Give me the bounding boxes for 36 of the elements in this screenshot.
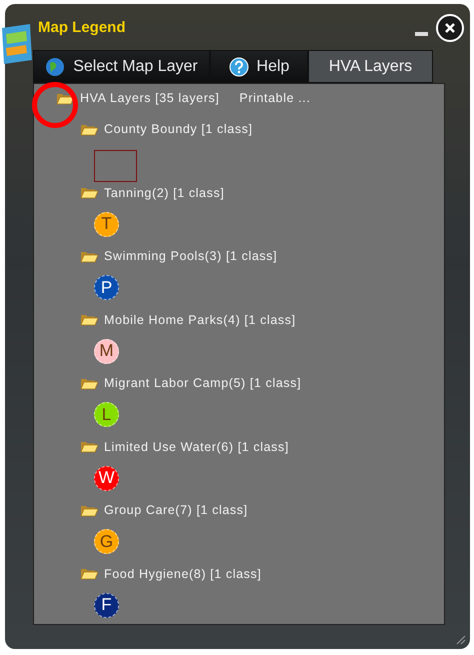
marker-symbol: F — [94, 592, 119, 618]
tree-item[interactable]: Migrant Labor Camp(5) [1 class] — [104, 376, 302, 390]
close-icon — [444, 22, 456, 34]
folder-icon — [80, 504, 98, 516]
folder-icon — [80, 313, 98, 326]
window-title: Map Legend — [38, 18, 126, 36]
help-icon — [228, 56, 249, 76]
marker-symbol: W — [94, 466, 119, 491]
tree-item[interactable]: County Boundy [1 class] — [104, 122, 253, 136]
map-logo-icon — [0, 22, 34, 66]
tab[interactable]: Select Map Layer — [33, 50, 210, 83]
tree-item[interactable]: Limited Use Water(6) [1 class] — [104, 440, 289, 454]
tree-item[interactable]: HVA Layers [35 layers] — [80, 91, 220, 105]
tree-item[interactable]: Swimming Pools(3) [1 class] — [104, 249, 278, 263]
tab[interactable]: Help — [210, 50, 308, 83]
tree-item[interactable]: Food Hygiene(8) [1 class] — [104, 566, 262, 580]
marker-symbol: L — [94, 402, 119, 428]
tree-item[interactable]: Tanning(2) [1 class] — [104, 186, 224, 200]
folder-icon — [80, 122, 98, 136]
folder-icon — [80, 376, 98, 390]
folder-icon — [80, 440, 98, 453]
folder-icon — [56, 92, 74, 104]
printable-link[interactable]: Printable ... — [239, 91, 310, 105]
folder-icon — [80, 250, 98, 262]
close-button[interactable] — [436, 14, 464, 42]
resize-grip-icon[interactable] — [456, 635, 466, 645]
marker-symbol: P — [94, 275, 119, 300]
marker-symbol: T — [94, 212, 119, 237]
tab[interactable]: HVA Layers — [308, 50, 433, 83]
folder-icon — [80, 567, 98, 580]
tree-item[interactable]: Mobile Home Parks(4) [1 class] — [104, 312, 296, 326]
folder-icon — [80, 186, 98, 199]
globe-icon — [45, 56, 66, 76]
marker-symbol: M — [94, 338, 119, 364]
tree-item[interactable]: Group Care(7) [1 class] — [104, 503, 248, 517]
marker-symbol: G — [94, 529, 119, 554]
